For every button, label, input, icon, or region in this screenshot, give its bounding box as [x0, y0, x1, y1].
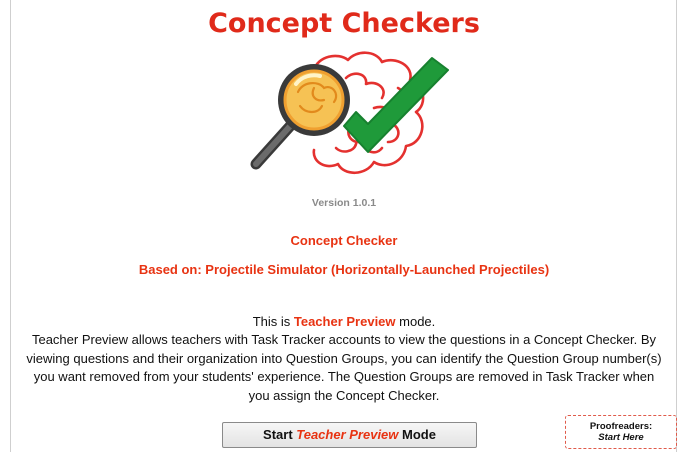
page-title: Concept Checkers	[208, 8, 480, 39]
concept-checker-label: Concept Checker	[290, 233, 398, 248]
proofreaders-subtitle: Start Here	[598, 432, 644, 443]
mode-name: Teacher Preview	[293, 314, 396, 329]
based-on-label: Based on: Projectile Simulator (Horizont…	[138, 262, 550, 277]
magnifier-brain-checkmark-icon	[250, 51, 449, 175]
version-label: Version 1.0.1	[311, 197, 377, 209]
proofreaders-title: Proofreaders:	[589, 421, 653, 432]
mode-prefix: This is	[252, 314, 294, 329]
start-teacher-preview-button[interactable]: Start Teacher Preview Mode	[222, 422, 477, 448]
start-button-highlight: Teacher Preview	[296, 427, 399, 442]
start-button-suffix: Mode	[398, 427, 436, 442]
preview-description: Teacher Preview allows teachers with Tas…	[26, 332, 662, 403]
start-button-prefix: Start	[263, 427, 297, 442]
proofreaders-link[interactable]: Proofreaders: Start Here	[565, 415, 677, 449]
mode-suffix: mode.	[395, 314, 436, 329]
mode-indicator: This is Teacher Preview mode.	[0, 314, 688, 329]
